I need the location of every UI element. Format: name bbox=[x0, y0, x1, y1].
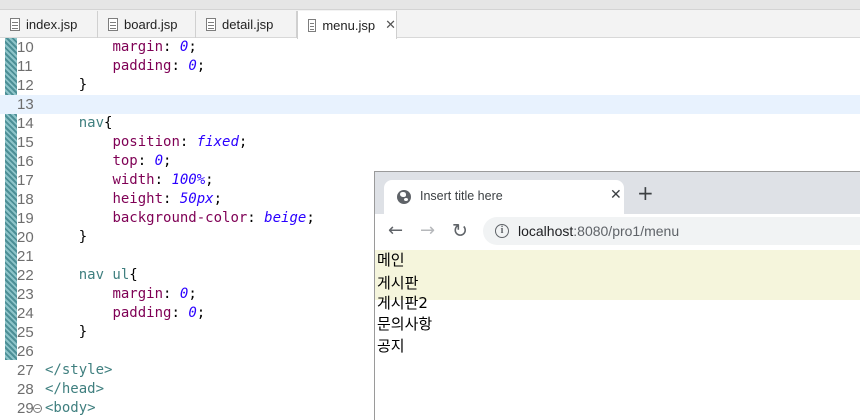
close-icon[interactable]: ✕ bbox=[610, 187, 622, 203]
code-line: 14 nav{ bbox=[0, 114, 860, 133]
tab-label: index.jsp bbox=[26, 17, 78, 32]
menu-item-main[interactable]: 메인 bbox=[377, 250, 405, 271]
line-number: 18 bbox=[17, 191, 34, 208]
line-number: 21 bbox=[17, 248, 34, 265]
tab-board-jsp[interactable]: board.jsp bbox=[98, 11, 196, 38]
tab-detail-jsp[interactable]: detail.jsp bbox=[196, 11, 297, 38]
forward-arrow-icon[interactable]: → bbox=[420, 221, 435, 241]
back-arrow-icon[interactable]: ← bbox=[388, 221, 403, 241]
fixed-nav-bar bbox=[375, 250, 860, 300]
code-text: </style> bbox=[45, 362, 113, 378]
url-text[interactable]: localhost:8080/pro1/menu bbox=[518, 223, 679, 239]
line-number: 25 bbox=[17, 324, 34, 341]
code-line: 12 } bbox=[0, 76, 860, 95]
code-line: 10 margin: 0; bbox=[0, 38, 860, 57]
menu-item-inquiry[interactable]: 문의사항 bbox=[377, 314, 432, 335]
code-text: } bbox=[45, 324, 88, 340]
editor-tab-bar: index.jsp board.jsp detail.jsp menu.jsp … bbox=[0, 0, 860, 39]
line-number: 27 bbox=[17, 362, 34, 379]
code-text: padding: 0; bbox=[112, 58, 206, 74]
tab-label: menu.jsp bbox=[322, 17, 376, 33]
line-number: 20 bbox=[17, 229, 34, 246]
code-text: margin: 0; bbox=[112, 39, 197, 55]
code-text: nav ul{ bbox=[78, 267, 138, 283]
code-text: width: 100%; bbox=[112, 172, 214, 188]
url-host: localhost bbox=[518, 223, 574, 239]
globe-icon bbox=[397, 190, 411, 204]
tab-label: board.jsp bbox=[124, 17, 178, 32]
code-text: top: 0; bbox=[112, 153, 172, 169]
file-icon bbox=[206, 18, 216, 31]
line-number: 24 bbox=[17, 305, 34, 322]
line-number: 14 bbox=[17, 115, 34, 132]
current-code-line: 13 bbox=[0, 95, 860, 114]
line-number: 11 bbox=[17, 58, 33, 75]
code-text: } bbox=[45, 77, 88, 93]
code-line: 16 top: 0; bbox=[0, 152, 860, 171]
browser-tab-title: Insert title here bbox=[420, 189, 503, 203]
code-text: height: 50px; bbox=[112, 191, 223, 207]
line-number: 19 bbox=[17, 210, 34, 227]
line-number: 15 bbox=[17, 134, 34, 151]
code-text: } bbox=[45, 229, 88, 245]
address-bar[interactable]: i localhost:8080/pro1/menu bbox=[483, 217, 860, 245]
menu-item-notice[interactable]: 공지 bbox=[377, 336, 405, 357]
code-line: 11 padding: 0; bbox=[0, 57, 860, 76]
tab-index-jsp[interactable]: index.jsp bbox=[0, 11, 98, 38]
code-text: </head> bbox=[45, 381, 105, 397]
code-text: <body> bbox=[45, 400, 96, 416]
browser-window: Insert title here ✕ + ← → ↻ i localhost:… bbox=[374, 171, 860, 420]
url-path: :8080/pro1/menu bbox=[573, 223, 680, 239]
code-line: 15 position: fixed; bbox=[0, 133, 860, 152]
info-icon[interactable]: i bbox=[495, 224, 509, 238]
browser-toolbar: ← → ↻ i localhost:8080/pro1/menu bbox=[375, 214, 860, 250]
line-number: 12 bbox=[17, 77, 34, 94]
tab-label: detail.jsp bbox=[222, 17, 274, 32]
line-number: 22 bbox=[17, 267, 34, 284]
browser-tab[interactable]: Insert title here ✕ bbox=[384, 180, 624, 214]
reload-icon[interactable]: ↻ bbox=[452, 221, 468, 241]
file-icon bbox=[308, 18, 317, 32]
line-number: 17 bbox=[17, 172, 34, 189]
line-number: 23 bbox=[17, 286, 34, 303]
page-content: 메인 게시판 게시판2 문의사항 공지 bbox=[375, 250, 860, 420]
file-icon bbox=[108, 18, 118, 31]
line-number: 26 bbox=[17, 343, 34, 360]
close-icon[interactable]: ✕ bbox=[385, 17, 396, 33]
file-icon bbox=[10, 18, 20, 31]
menu-item-board[interactable]: 게시판 bbox=[377, 273, 418, 294]
line-number: 10 bbox=[17, 39, 34, 56]
line-number: 28 bbox=[17, 381, 34, 398]
line-number: 16 bbox=[17, 153, 34, 170]
line-number: 13 bbox=[17, 96, 34, 113]
menu-item-board2[interactable]: 게시판2 bbox=[377, 293, 428, 314]
fold-toggle-icon[interactable]: − bbox=[33, 404, 42, 413]
code-text: margin: 0; bbox=[112, 286, 197, 302]
tab-menu-jsp[interactable]: menu.jsp ✕ bbox=[297, 11, 397, 39]
code-text: background-color: beige; bbox=[112, 210, 315, 226]
code-text: padding: 0; bbox=[112, 305, 206, 321]
new-tab-button[interactable]: + bbox=[637, 183, 654, 203]
tab-bar-top-strip bbox=[0, 0, 860, 10]
code-text: nav{ bbox=[78, 115, 113, 131]
code-text: position: fixed; bbox=[112, 134, 248, 150]
browser-tab-strip: Insert title here ✕ + bbox=[375, 172, 860, 214]
